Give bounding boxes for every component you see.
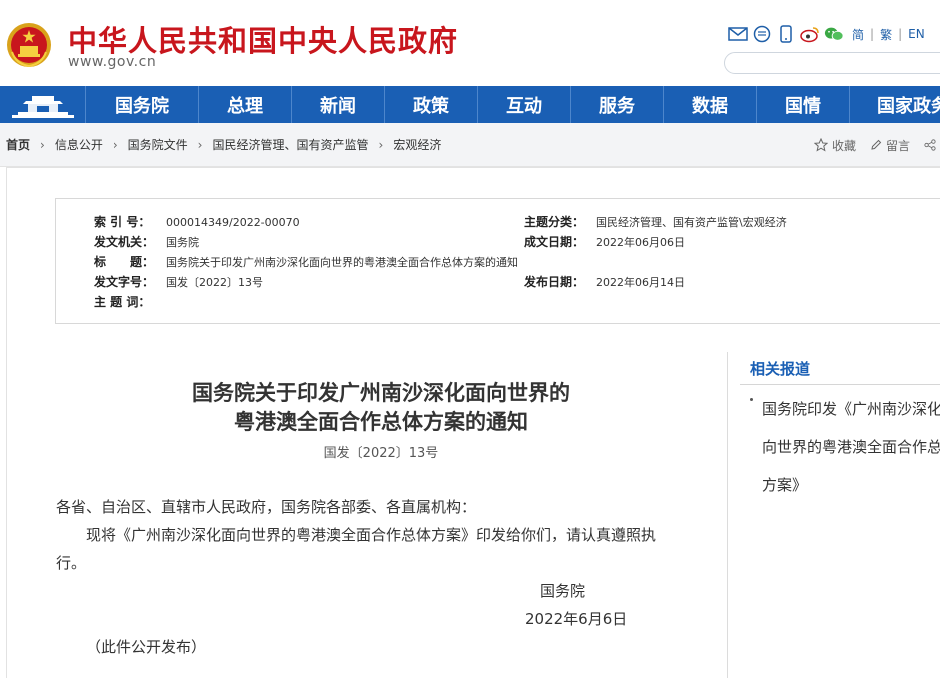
comment-button[interactable]: 留言 <box>870 137 910 154</box>
chevron-right-icon: › <box>112 137 118 152</box>
divider: | <box>898 27 903 41</box>
info-value: 国民经济管理、国有资产监管\宏观经济 <box>596 216 787 229</box>
chat-icon[interactable] <box>752 25 772 43</box>
related-report-link[interactable]: 国务院印发《广州南沙深化面 向世界的粤港澳全面合作总体 方案》 <box>762 390 940 504</box>
info-label: 索 引 号： <box>94 215 151 229</box>
chevron-right-icon: › <box>40 137 45 152</box>
favorite-label: 收藏 <box>831 138 856 153</box>
nav-item-data[interactable]: 数据 <box>664 86 757 123</box>
info-label: 标 题： <box>94 255 155 269</box>
info-row-issuer: 发文机关： 国务院 <box>94 233 199 250</box>
wechat-icon[interactable] <box>824 25 844 43</box>
nav-item-services[interactable]: 服务 <box>571 86 664 123</box>
related-report-link-line: 国务院印发《广州南沙深化面 <box>762 400 940 418</box>
info-label: 主 题 词： <box>94 295 151 309</box>
breadcrumb: 首页 › 信息公开 › 国务院文件 › 国民经济管理、国有资产监管 › 宏观经济… <box>0 123 940 167</box>
chevron-right-icon: › <box>197 137 203 152</box>
weibo-icon[interactable] <box>800 25 820 43</box>
sign-date: 2022年6月6日 <box>525 610 628 628</box>
info-label: 成文日期： <box>524 235 585 249</box>
related-reports-heading: 相关报道 <box>750 360 811 378</box>
mobile-icon[interactable] <box>776 25 796 43</box>
info-label: 发文字号： <box>94 275 155 289</box>
document-number: 国发〔2022〕13号 <box>323 446 439 461</box>
info-row-publish-date: 发布日期： 2022年06月14日 <box>524 273 685 290</box>
language-switcher: 简 | 繁 | EN <box>852 26 925 43</box>
info-row-date-created: 成文日期： 2022年06月06日 <box>524 233 685 250</box>
breadcrumb-economic-management[interactable]: 国民经济管理、国有资产监管 <box>212 136 368 153</box>
info-row-index: 索 引 号： 000014349/2022-00070 <box>94 213 300 230</box>
main-nav: 国务院 总理 新闻 政策 互动 服务 数据 国情 国家政务 <box>0 86 940 123</box>
body-paragraph: 现将《广州南沙深化面向世界的粤港澳全面合作总体方案》印发给你们，请认真遵照执 <box>86 526 657 544</box>
share-button[interactable] <box>924 138 940 152</box>
info-value: 2022年06月06日 <box>596 236 685 249</box>
breadcrumb-state-council-docs[interactable]: 国务院文件 <box>128 136 188 153</box>
nav-home-icon[interactable] <box>0 86 86 123</box>
lang-simplified-link[interactable]: 简 <box>852 26 864 43</box>
body-paragraph-continued: 行。 <box>56 554 87 572</box>
info-value: 国务院 <box>166 236 199 249</box>
salutation: 各省、自治区、直辖市人民政府，国务院各部委、各直属机构： <box>56 498 477 516</box>
info-row-title: 标 题： 国务院关于印发广州南沙深化面向世界的粤港澳全面合作总体方案的通知 <box>94 253 518 270</box>
nav-item-premier[interactable]: 总理 <box>199 86 292 123</box>
bullet-icon <box>750 398 753 401</box>
article-title-line: 粤港澳全面合作总体方案的通知 <box>234 409 528 434</box>
search-input[interactable] <box>724 52 940 74</box>
info-value: 000014349/2022-00070 <box>166 216 300 229</box>
nav-item-state-council[interactable]: 国务院 <box>86 86 199 123</box>
info-label: 发布日期： <box>524 275 585 289</box>
lang-traditional-link[interactable]: 繁 <box>880 26 892 43</box>
chevron-right-icon: › <box>378 137 384 152</box>
divider: | <box>870 27 875 41</box>
divider <box>727 352 728 678</box>
pencil-icon <box>871 139 882 150</box>
nav-item-news[interactable]: 新闻 <box>292 86 385 123</box>
nav-item-interaction[interactable]: 互动 <box>478 86 571 123</box>
national-emblem-logo[interactable] <box>6 22 52 68</box>
nav-item-policy[interactable]: 政策 <box>385 86 478 123</box>
star-icon <box>813 138 828 152</box>
info-row-keywords: 主 题 词： <box>94 293 166 310</box>
publication-note: （此件公开发布） <box>86 638 207 656</box>
info-value: 国务院关于印发广州南沙深化面向世界的粤港澳全面合作总体方案的通知 <box>166 256 518 269</box>
info-value: 国发〔2022〕13号 <box>166 276 263 289</box>
article-title-line: 国务院关于印发广州南沙深化面向世界的 <box>192 380 570 405</box>
info-value: 2022年06月14日 <box>596 276 685 289</box>
related-report-link-line: 方案》 <box>762 476 808 494</box>
breadcrumb-home[interactable]: 首页 <box>6 136 30 153</box>
top-toolbar: 简 | 繁 | EN <box>728 24 925 44</box>
site-header: 中华人民共和国中央人民政府 www.gov.cn 简 | 繁 | EN <box>0 0 940 86</box>
lang-english-link[interactable]: EN <box>908 27 925 41</box>
breadcrumb-info-disclosure[interactable]: 信息公开 <box>55 136 103 153</box>
page-actions: 收藏 留言 <box>800 123 940 167</box>
breadcrumb-macro-economy[interactable]: 宏观经济 <box>393 136 441 153</box>
signer: 国务院 <box>540 582 586 600</box>
nav-item-national-profile[interactable]: 国情 <box>757 86 850 123</box>
comment-label: 留言 <box>885 138 910 153</box>
divider <box>740 384 940 385</box>
article-title: 国务院关于印发广州南沙深化面向世界的 粤港澳全面合作总体方案的通知 <box>58 378 704 436</box>
related-report-link-line: 向世界的粤港澳全面合作总体 <box>762 438 940 456</box>
nav-item-government-affairs[interactable]: 国家政务 <box>850 86 940 123</box>
mail-icon[interactable] <box>728 25 748 43</box>
favorite-button[interactable]: 收藏 <box>813 137 856 154</box>
site-url[interactable]: www.gov.cn <box>68 54 156 70</box>
info-label: 发文机关： <box>94 235 155 249</box>
info-row-topic: 主题分类： 国民经济管理、国有资产监管\宏观经济 <box>524 213 787 230</box>
document-info-table: 索 引 号： 000014349/2022-00070 主题分类： 国民经济管理… <box>55 198 940 324</box>
share-icon <box>924 139 936 151</box>
info-row-doc-number: 发文字号： 国发〔2022〕13号 <box>94 273 263 290</box>
info-label: 主题分类： <box>524 215 585 229</box>
